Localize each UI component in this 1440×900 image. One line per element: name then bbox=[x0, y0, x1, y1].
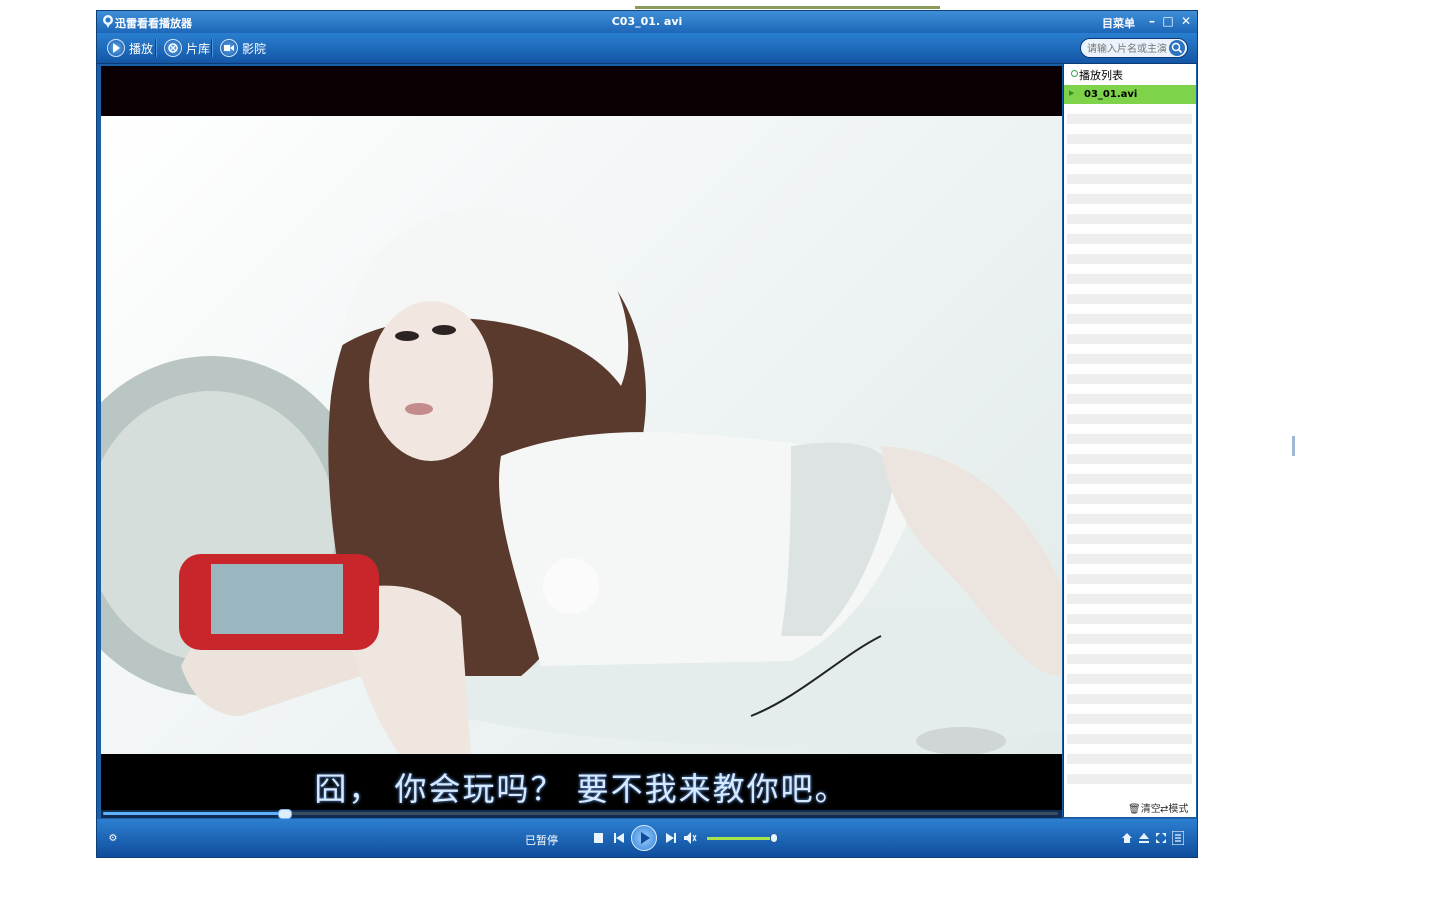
minimize-button[interactable]: – bbox=[1145, 14, 1159, 28]
video-frame bbox=[101, 116, 1062, 756]
clear-playlist-button[interactable]: 🗑清空 bbox=[1128, 800, 1161, 815]
player-window: 迅雷看看播放器 C03_01. avi 目菜单 – □ ✕ 播放 片库 影院 请… bbox=[96, 10, 1295, 858]
panel-splitter[interactable] bbox=[1292, 436, 1295, 456]
tab-cinema[interactable]: 影院 bbox=[220, 37, 266, 59]
toolbar-divider bbox=[155, 39, 157, 57]
trash-icon: 🗑 bbox=[1128, 804, 1141, 815]
control-bar: ⚙ 已暂停 bbox=[97, 819, 1197, 857]
seek-track[interactable] bbox=[103, 809, 1058, 819]
play-indicator-icon: ▶ bbox=[1069, 89, 1075, 97]
home-icon bbox=[1122, 833, 1132, 843]
eject-button[interactable] bbox=[1138, 831, 1150, 845]
volume-slider[interactable] bbox=[707, 837, 774, 840]
tab-cinema-label: 影院 bbox=[242, 41, 267, 56]
seek-progress bbox=[103, 812, 285, 815]
cinema-tab-icon bbox=[220, 39, 238, 57]
playback-status: 已暂停 bbox=[525, 834, 558, 847]
file-title: C03_01. avi bbox=[611, 15, 683, 28]
seek-handle[interactable] bbox=[278, 809, 293, 819]
previous-icon bbox=[614, 833, 624, 843]
playlist-item[interactable]: ▶ 03_01.avi bbox=[1064, 85, 1196, 104]
home-button[interactable] bbox=[1121, 831, 1133, 845]
main-menu-button[interactable]: 目菜单 bbox=[1102, 15, 1135, 31]
search-button[interactable] bbox=[1169, 40, 1185, 56]
tab-play[interactable]: 播放 bbox=[107, 37, 153, 59]
tab-library-label: 片库 bbox=[186, 41, 211, 56]
maximize-button[interactable]: □ bbox=[1161, 14, 1175, 28]
settings-icon[interactable]: ⚙ bbox=[107, 831, 119, 845]
video-area[interactable]: 囧， 你会玩吗？ 要不我来教你吧。 bbox=[101, 66, 1062, 810]
fullscreen-button[interactable] bbox=[1155, 831, 1167, 845]
mute-button[interactable] bbox=[683, 831, 697, 845]
search-input[interactable] bbox=[1085, 41, 1173, 57]
next-icon bbox=[666, 833, 676, 843]
title-bar[interactable]: 迅雷看看播放器 C03_01. avi 目菜单 – □ ✕ bbox=[97, 11, 1197, 33]
close-button[interactable]: ✕ bbox=[1179, 14, 1193, 28]
tab-play-label: 播放 bbox=[129, 41, 154, 56]
letterbox-top bbox=[101, 66, 1062, 116]
previous-button[interactable] bbox=[613, 832, 625, 844]
search-icon bbox=[1171, 42, 1183, 54]
app-logo-icon bbox=[103, 15, 113, 28]
stop-button[interactable] bbox=[593, 832, 603, 844]
stop-icon bbox=[593, 833, 603, 843]
seek-bar[interactable] bbox=[101, 809, 1062, 819]
eject-icon bbox=[1139, 833, 1149, 843]
search-box bbox=[1080, 38, 1188, 58]
play-mode-button[interactable]: ⇄模式 bbox=[1160, 800, 1188, 815]
playlist-item-name: 03_01.avi bbox=[1084, 89, 1138, 100]
toolbar-divider bbox=[211, 39, 213, 57]
play-button[interactable] bbox=[631, 825, 657, 851]
top-edge-strip bbox=[635, 6, 940, 9]
mode-label: 模式 bbox=[1168, 804, 1189, 815]
playlist-header: 播放列表 bbox=[1064, 64, 1196, 84]
toolbar: 播放 片库 影院 bbox=[97, 33, 1197, 64]
app-title: 迅雷看看播放器 bbox=[115, 17, 192, 30]
playlist-empty-rows bbox=[1067, 104, 1192, 789]
subtitle-text: 囧， 你会玩吗？ 要不我来教你吧。 bbox=[314, 770, 849, 808]
fullscreen-icon bbox=[1156, 833, 1166, 843]
list-icon bbox=[1172, 831, 1184, 845]
next-button[interactable] bbox=[665, 832, 677, 844]
play-tab-icon bbox=[107, 39, 125, 57]
library-tab-icon bbox=[164, 39, 182, 57]
volume-handle[interactable] bbox=[769, 833, 778, 843]
playlist-toggle-button[interactable] bbox=[1171, 830, 1185, 846]
speaker-icon bbox=[683, 832, 697, 844]
playlist-panel: 播放列表 ▶ 03_01.avi 🗑清空 ⇄模式 bbox=[1063, 64, 1196, 817]
video-frame-picture bbox=[101, 206, 1062, 756]
clear-label: 清空 bbox=[1140, 804, 1161, 815]
tab-library[interactable]: 片库 bbox=[164, 37, 210, 59]
playlist-footer: 🗑清空 ⇄模式 bbox=[1064, 798, 1196, 816]
playlist-dot-icon bbox=[1071, 70, 1078, 77]
playlist-title: 播放列表 bbox=[1079, 69, 1123, 82]
